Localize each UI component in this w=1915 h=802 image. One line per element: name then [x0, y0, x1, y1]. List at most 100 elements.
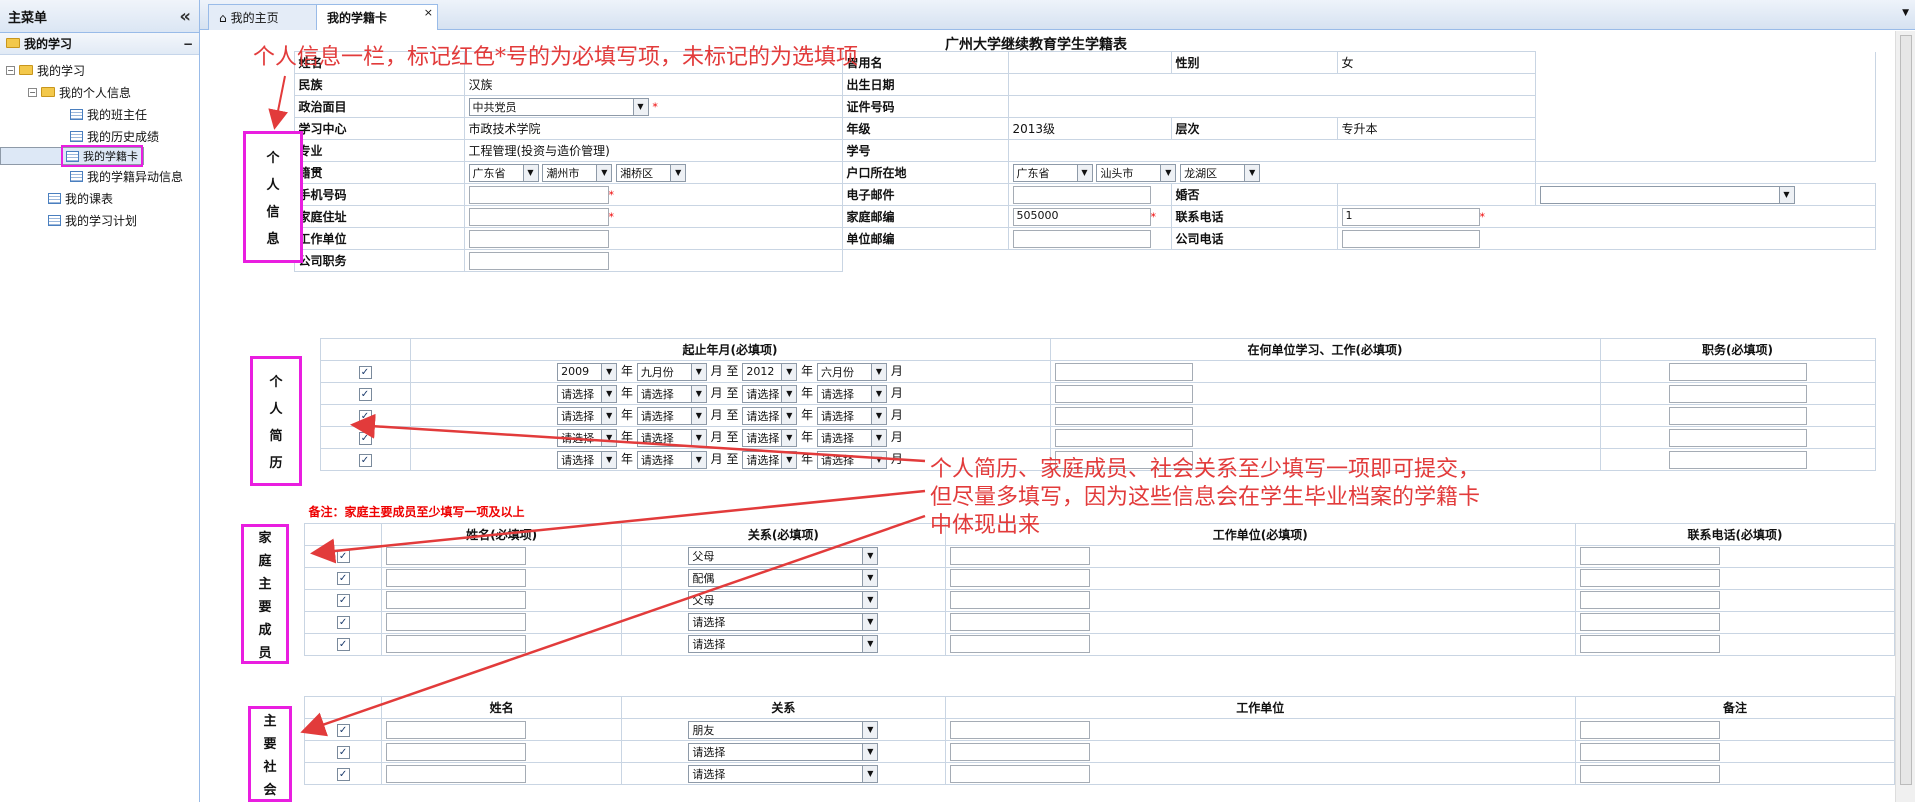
start-month-select[interactable]: 请选择 ▼	[636, 384, 707, 403]
hukou-district-select[interactable]: 龙湖区 ▼	[1180, 163, 1261, 182]
resume-checkbox[interactable]: ✓	[358, 365, 372, 379]
resume-unit-input[interactable]	[1054, 362, 1193, 381]
end-year-select[interactable]: 2012 ▼	[742, 362, 798, 381]
resume-checkbox[interactable]: ✓	[358, 387, 372, 401]
tree-item-personal-info[interactable]: − 我的个人信息	[0, 81, 199, 103]
social-relation-select[interactable]: 朋友 ▼	[688, 720, 879, 739]
social-checkbox[interactable]: ✓	[336, 767, 350, 781]
tree-item-study-plan[interactable]: 我的学习计划	[0, 209, 199, 231]
end-month-select[interactable]: 请选择 ▼	[817, 384, 887, 403]
end-month-select[interactable]: 请选择 ▼	[817, 406, 887, 425]
family-checkbox[interactable]: ✓	[336, 616, 350, 629]
social-relation-select[interactable]: 请选择 ▼	[688, 764, 879, 783]
marriage-select[interactable]: ▼	[1539, 185, 1795, 204]
family-unit-input[interactable]	[949, 635, 1090, 653]
resume-unit-input[interactable]	[1054, 384, 1193, 403]
origin-city-select[interactable]: 潮州市 ▼	[542, 163, 613, 182]
end-month-select[interactable]: 请选择 ▼	[817, 428, 887, 447]
family-checkbox[interactable]: ✓	[336, 572, 350, 585]
family-relation-select[interactable]: 请选择 ▼	[688, 613, 879, 631]
family-unit-input[interactable]	[949, 547, 1090, 565]
social-unit-input[interactable]	[949, 764, 1090, 783]
social-name-input[interactable]	[386, 764, 527, 783]
family-phone-input[interactable]	[1579, 547, 1720, 565]
end-month-select[interactable]: 六月份 ▼	[817, 362, 887, 381]
minus-icon[interactable]: −	[28, 87, 37, 97]
collapse-icon[interactable]: «	[179, 6, 191, 27]
start-year-select[interactable]: 请选择 ▼	[557, 384, 618, 403]
section-header[interactable]: 我的学习 −	[0, 33, 199, 55]
family-phone-input[interactable]	[1579, 613, 1720, 631]
family-phone-input[interactable]	[1579, 635, 1720, 653]
origin-district-select[interactable]: 湘桥区 ▼	[616, 163, 687, 182]
tree-item-status-change[interactable]: 我的学籍异动信息	[0, 165, 199, 187]
start-month-select[interactable]: 请选择 ▼	[636, 406, 707, 425]
family-phone-input[interactable]	[1579, 591, 1720, 609]
family-checkbox[interactable]: ✓	[336, 550, 350, 563]
social-relation-select[interactable]: 请选择 ▼	[688, 742, 879, 761]
work-zip-input[interactable]	[1012, 229, 1151, 248]
tel-input[interactable]: 1	[1341, 207, 1480, 226]
family-relation-select[interactable]: 配偶 ▼	[688, 569, 879, 587]
family-unit-input[interactable]	[949, 569, 1090, 587]
social-note-input[interactable]	[1579, 742, 1720, 761]
politics-select[interactable]: 中共党员 ▼	[468, 97, 649, 116]
tree-item-head-teacher[interactable]: 我的班主任	[0, 103, 199, 125]
tree-item-student-card[interactable]: 我的学籍卡	[0, 145, 144, 167]
section-collapse-icon[interactable]: −	[183, 37, 193, 51]
start-year-select[interactable]: 请选择 ▼	[557, 406, 618, 425]
social-unit-input[interactable]	[949, 742, 1090, 761]
work-tel-input[interactable]	[1341, 229, 1480, 248]
resume-duty-input[interactable]	[1668, 428, 1807, 447]
origin-province-select[interactable]: 广东省 ▼	[468, 163, 539, 182]
family-relation-select[interactable]: 父母 ▼	[688, 547, 879, 565]
resume-duty-input[interactable]	[1668, 450, 1807, 469]
phone-input[interactable]	[468, 185, 609, 204]
family-phone-input[interactable]	[1579, 569, 1720, 587]
email-input[interactable]	[1012, 185, 1151, 204]
resume-duty-input[interactable]	[1668, 362, 1807, 381]
start-year-select[interactable]: 2009 ▼	[557, 362, 618, 381]
end-year-select[interactable]: 请选择 ▼	[742, 450, 798, 469]
start-year-select[interactable]: 请选择 ▼	[557, 450, 618, 469]
social-note-input[interactable]	[1579, 720, 1720, 739]
family-checkbox[interactable]: ✓	[336, 594, 350, 607]
scrollbar[interactable]	[1895, 31, 1915, 802]
resume-duty-input[interactable]	[1668, 384, 1807, 403]
resume-duty-input[interactable]	[1668, 406, 1807, 425]
tree-item-my-study[interactable]: − 我的学习	[0, 59, 199, 81]
social-checkbox[interactable]: ✓	[336, 723, 350, 737]
start-month-select[interactable]: 请选择 ▼	[636, 450, 707, 469]
work-input[interactable]	[468, 229, 609, 248]
social-checkbox[interactable]: ✓	[336, 745, 350, 759]
resume-unit-input[interactable]	[1054, 428, 1193, 447]
social-unit-input[interactable]	[949, 720, 1090, 739]
resume-unit-input[interactable]	[1054, 406, 1193, 425]
tree-item-history-scores[interactable]: 我的历史成绩	[0, 125, 199, 147]
hukou-province-select[interactable]: 广东省 ▼	[1012, 163, 1093, 182]
end-year-select[interactable]: 请选择 ▼	[742, 428, 798, 447]
tab-student-card[interactable]: 我的学籍卡 ×	[316, 4, 438, 30]
social-name-input[interactable]	[386, 742, 527, 761]
family-checkbox[interactable]: ✓	[336, 638, 350, 651]
zip-input[interactable]: 505000	[1012, 207, 1151, 226]
family-unit-input[interactable]	[949, 591, 1090, 609]
end-year-select[interactable]: 请选择 ▼	[742, 384, 798, 403]
minus-icon[interactable]: −	[6, 65, 15, 75]
start-month-select[interactable]: 请选择 ▼	[636, 428, 707, 447]
family-relation-select[interactable]: 父母 ▼	[688, 591, 879, 609]
chevron-down-icon[interactable]: ▼	[1902, 8, 1909, 18]
family-relation-select[interactable]: 请选择 ▼	[688, 635, 879, 653]
family-name-input[interactable]	[386, 547, 527, 565]
hukou-city-select[interactable]: 汕头市 ▼	[1096, 163, 1177, 182]
family-name-input[interactable]	[386, 613, 527, 631]
resume-checkbox[interactable]: ✓	[358, 409, 372, 423]
end-month-select[interactable]: 请选择 ▼	[817, 450, 887, 469]
close-icon[interactable]: ×	[424, 6, 433, 19]
family-unit-input[interactable]	[949, 613, 1090, 631]
tab-home[interactable]: ⌂ 我的主页	[208, 4, 318, 30]
end-year-select[interactable]: 请选择 ▼	[742, 406, 798, 425]
start-month-select[interactable]: 九月份 ▼	[636, 362, 707, 381]
social-note-input[interactable]	[1579, 764, 1720, 783]
duty-input[interactable]	[468, 251, 609, 270]
